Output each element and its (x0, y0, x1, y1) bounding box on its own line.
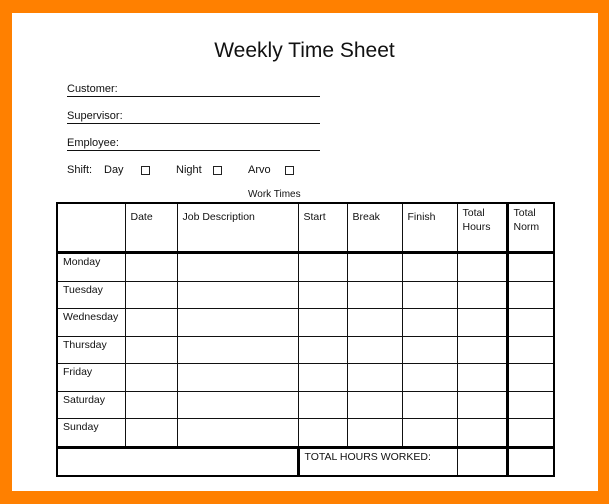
finish-cell[interactable] (401, 418, 458, 448)
finish-cell[interactable] (401, 280, 458, 309)
total-hours-cell[interactable] (456, 363, 508, 392)
day-label: Saturday (56, 390, 126, 419)
table-row: Thursday (56, 335, 555, 364)
header-row: Date Job Description Start Break Finish … (56, 202, 555, 254)
table-row: Tuesday (56, 280, 555, 309)
day-label: Friday (56, 363, 126, 392)
job-description-cell[interactable] (176, 418, 299, 448)
timesheet-table: Date Job Description Start Break Finish … (56, 202, 555, 477)
break-cell[interactable] (346, 390, 403, 419)
job-description-cell[interactable] (176, 335, 299, 364)
day-label: Tuesday (56, 280, 126, 309)
start-cell[interactable] (297, 252, 348, 282)
table-row: Saturday (56, 390, 555, 419)
day-label: Thursday (56, 335, 126, 364)
day-label: Sunday (56, 418, 126, 448)
total-norm-cell[interactable] (505, 418, 555, 448)
header-total-norm: Total Norm (505, 202, 555, 254)
job-description-cell[interactable] (176, 390, 299, 419)
break-cell[interactable] (346, 418, 403, 448)
shift-night-label: Night (176, 164, 202, 176)
finish-cell[interactable] (401, 252, 458, 282)
total-norm-cell[interactable] (505, 335, 555, 364)
header-break: Break (346, 202, 403, 254)
total-blank-cell[interactable] (56, 445, 299, 476)
break-cell[interactable] (346, 308, 403, 337)
date-cell[interactable] (124, 390, 178, 419)
shift-arvo-checkbox[interactable] (285, 166, 294, 175)
finish-cell[interactable] (401, 335, 458, 364)
date-cell[interactable] (124, 308, 178, 337)
shift-day-checkbox[interactable] (141, 166, 150, 175)
start-cell[interactable] (297, 363, 348, 392)
start-cell[interactable] (297, 335, 348, 364)
table-row: Wednesday (56, 308, 555, 337)
total-hours-cell[interactable] (456, 418, 508, 448)
shift-night-checkbox[interactable] (213, 166, 222, 175)
employee-label: Employee: (67, 137, 119, 149)
header-finish: Finish (401, 202, 458, 254)
table-row: Monday (56, 252, 555, 282)
date-cell[interactable] (124, 418, 178, 448)
customer-field[interactable]: Customer: (67, 82, 320, 97)
header-date: Date (124, 202, 178, 254)
header-start: Start (297, 202, 348, 254)
total-norm-cell[interactable] (505, 308, 555, 337)
total-norm-cell[interactable] (505, 363, 555, 392)
customer-label: Customer: (67, 83, 118, 95)
header-job-description: Job Description (176, 202, 299, 254)
table-row: Sunday (56, 418, 555, 448)
job-description-cell[interactable] (176, 252, 299, 282)
start-cell[interactable] (297, 280, 348, 309)
total-row: TOTAL HOURS WORKED: (56, 445, 555, 476)
break-cell[interactable] (346, 280, 403, 309)
shift-label: Shift: (67, 164, 93, 176)
date-cell[interactable] (124, 280, 178, 309)
total-hours-cell[interactable] (456, 390, 508, 419)
total-hours-cell[interactable] (456, 280, 508, 309)
shift-day-label: Day (104, 164, 124, 176)
employee-field[interactable]: Employee: (67, 136, 320, 151)
date-cell[interactable] (124, 363, 178, 392)
header-total-hours: Total Hours (456, 202, 508, 254)
work-times-label: Work Times (248, 189, 301, 200)
break-cell[interactable] (346, 363, 403, 392)
day-label: Wednesday (56, 308, 126, 337)
job-description-cell[interactable] (176, 308, 299, 337)
start-cell[interactable] (297, 308, 348, 337)
shift-arvo-label: Arvo (248, 164, 271, 176)
finish-cell[interactable] (401, 308, 458, 337)
total-hours-cell[interactable] (456, 252, 508, 282)
total-norm-cell[interactable] (505, 445, 555, 476)
finish-cell[interactable] (401, 390, 458, 419)
total-norm-cell[interactable] (505, 252, 555, 282)
total-hours-cell[interactable] (456, 445, 508, 476)
date-cell[interactable] (124, 252, 178, 282)
day-label: Monday (56, 252, 126, 282)
supervisor-label: Supervisor: (67, 110, 123, 122)
break-cell[interactable] (346, 335, 403, 364)
total-hours-cell[interactable] (456, 308, 508, 337)
date-cell[interactable] (124, 335, 178, 364)
start-cell[interactable] (297, 418, 348, 448)
total-hours-worked-label: TOTAL HOURS WORKED: (296, 445, 458, 476)
start-cell[interactable] (297, 390, 348, 419)
total-norm-cell[interactable] (505, 390, 555, 419)
job-description-cell[interactable] (176, 280, 299, 309)
total-hours-cell[interactable] (456, 335, 508, 364)
table-row: Friday (56, 363, 555, 392)
header-blank (56, 202, 126, 254)
supervisor-field[interactable]: Supervisor: (67, 109, 320, 124)
page-title: Weekly Time Sheet (214, 39, 395, 62)
total-norm-cell[interactable] (505, 280, 555, 309)
finish-cell[interactable] (401, 363, 458, 392)
job-description-cell[interactable] (176, 363, 299, 392)
break-cell[interactable] (346, 252, 403, 282)
